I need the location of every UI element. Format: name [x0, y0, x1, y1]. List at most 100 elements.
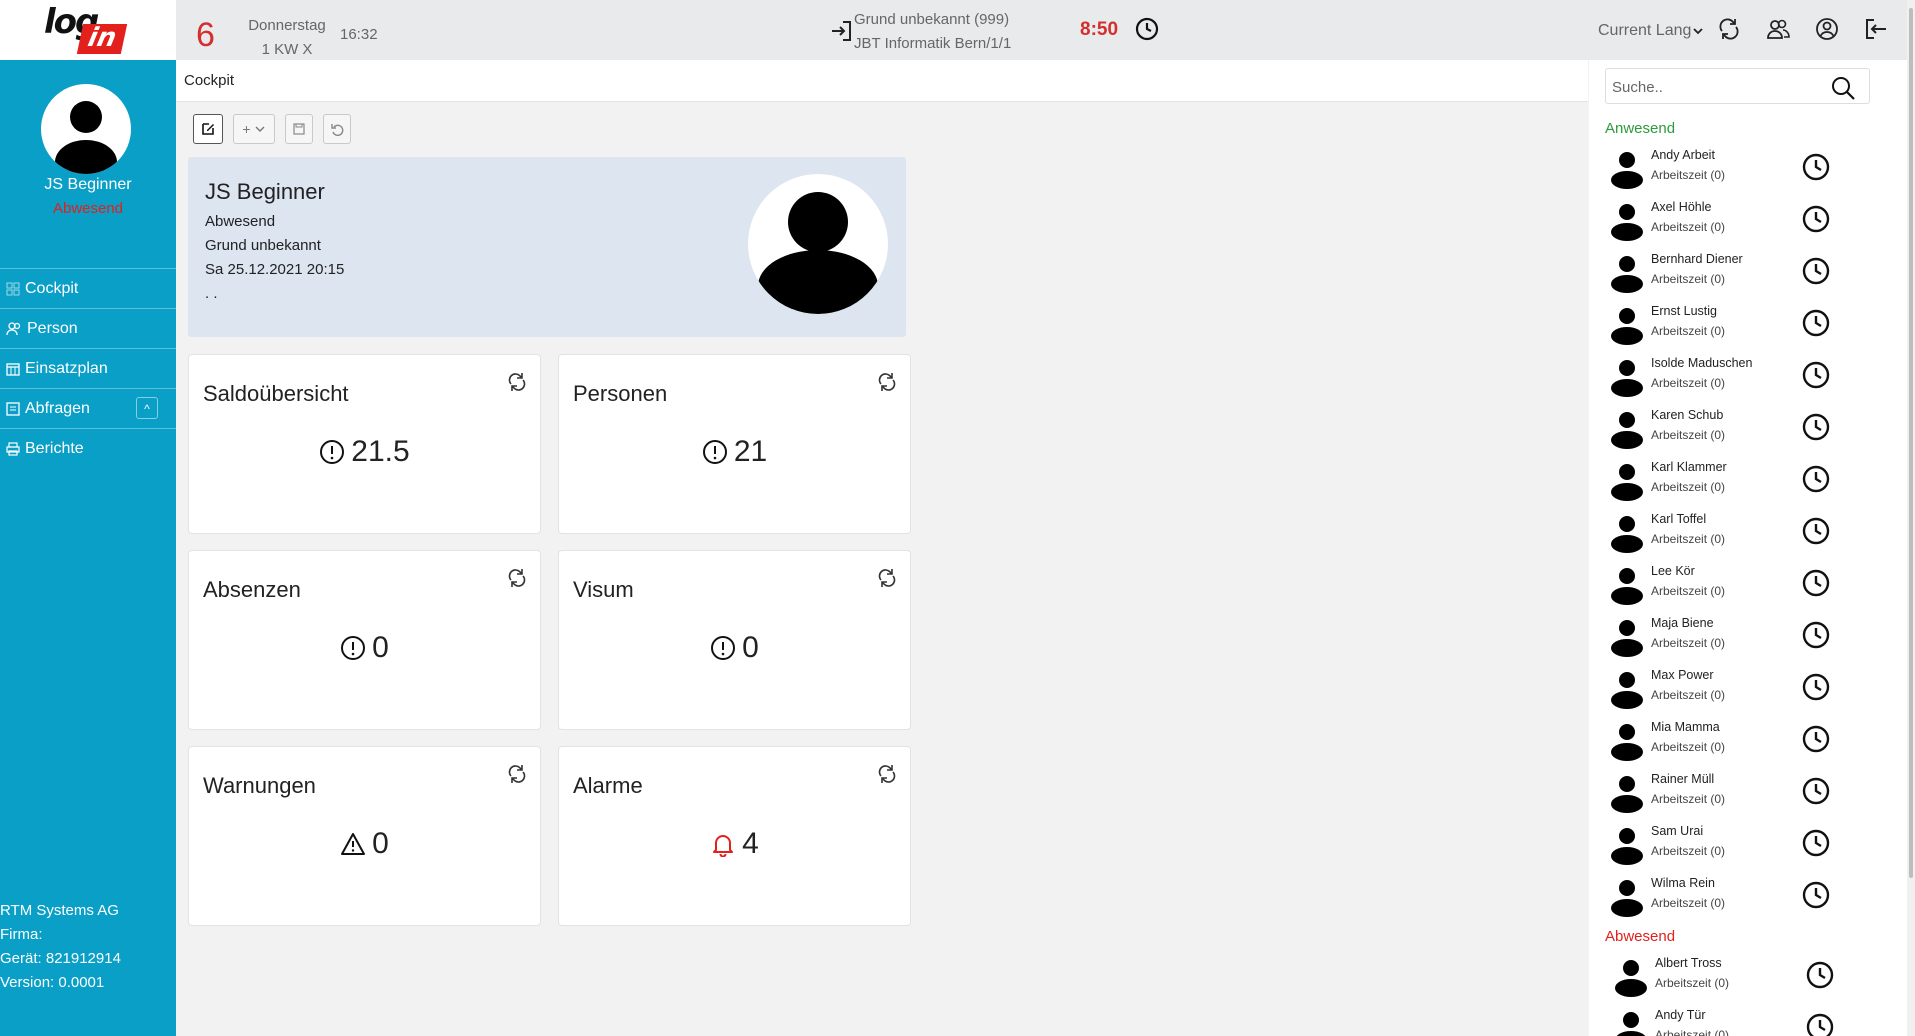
refresh-icon[interactable]	[876, 763, 898, 785]
person-icon	[1611, 620, 1643, 657]
tile-value: 21.5	[189, 435, 540, 469]
list-item[interactable]: Bernhard Diener Arbeitszeit (0)	[1605, 248, 1845, 300]
list-item[interactable]: Mia Mamma Arbeitszeit (0)	[1605, 716, 1845, 768]
list-item[interactable]: Albert Tross Arbeitszeit (0)	[1609, 952, 1849, 1004]
sidebar-footer: RTM Systems AG Firma: Gerät: 821912914 V…	[0, 899, 121, 995]
tile-absenzen[interactable]: Absenzen 0	[188, 550, 541, 730]
undo-icon	[331, 124, 344, 136]
add-label: +	[242, 121, 251, 137]
sidebar-item-abfragen[interactable]: Abfragen ^	[0, 389, 176, 429]
tile-personen[interactable]: Personen 21	[558, 354, 911, 534]
list-item[interactable]: Max Power Arbeitszeit (0)	[1605, 664, 1845, 716]
clock-icon[interactable]	[1134, 16, 1160, 42]
clock-icon[interactable]	[1801, 256, 1831, 286]
clock-icon[interactable]	[1801, 620, 1831, 650]
toolbar: +	[193, 114, 351, 144]
printer-icon	[6, 442, 20, 456]
sidebar-item-cockpit[interactable]: Cockpit	[0, 269, 176, 309]
firma-label: Firma:	[0, 926, 43, 943]
clock-icon[interactable]	[1801, 204, 1831, 234]
tile-warnungen[interactable]: Warnungen 0	[188, 746, 541, 926]
list-item[interactable]: Karl Toffel Arbeitszeit (0)	[1605, 508, 1845, 560]
scrollbar-thumb[interactable]	[1909, 8, 1913, 878]
list-item[interactable]: Axel Höhle Arbeitszeit (0)	[1605, 196, 1845, 248]
refresh-icon[interactable]	[876, 567, 898, 589]
person-name: Sam Urai	[1651, 824, 1704, 838]
sidebar-item-berichte[interactable]: Berichte	[0, 429, 176, 469]
chevron-up-icon[interactable]: ^	[136, 397, 158, 419]
refresh-icon[interactable]	[506, 371, 528, 393]
list-item[interactable]: Ernst Lustig Arbeitszeit (0)	[1605, 300, 1845, 352]
person-worktime: Arbeitszeit (0)	[1651, 896, 1726, 910]
list-item[interactable]: Karl Klammer Arbeitszeit (0)	[1605, 456, 1845, 508]
tile-visum[interactable]: Visum 0	[558, 550, 911, 730]
clock-icon[interactable]	[1801, 308, 1831, 338]
tile-title: Saldoübersicht	[203, 381, 349, 406]
clock-icon[interactable]	[1801, 568, 1831, 598]
clock-icon[interactable]	[1801, 776, 1831, 806]
alert-circle-icon	[702, 440, 727, 464]
search-box	[1605, 68, 1870, 104]
list-item[interactable]: Rainer Müll Arbeitszeit (0)	[1605, 768, 1845, 820]
save-button[interactable]	[285, 114, 313, 144]
list-item[interactable]: Wilma Rein Arbeitszeit (0)	[1605, 872, 1845, 924]
users-icon[interactable]	[1765, 16, 1791, 42]
edit-button[interactable]	[193, 114, 223, 144]
list-item[interactable]: Lee Kör Arbeitszeit (0)	[1605, 560, 1845, 612]
clock-icon[interactable]	[1801, 880, 1831, 910]
refresh-icon[interactable]	[506, 763, 528, 785]
list-item[interactable]: Isolde Maduschen Arbeitszeit (0)	[1605, 352, 1845, 404]
sidebar-item-label: Einsatzplan	[25, 359, 108, 377]
weekday: Donnerstag	[248, 17, 326, 34]
list-item[interactable]: Andy Tür Arbeitszeit (0)	[1609, 1004, 1849, 1036]
person-icon	[1616, 1012, 1646, 1036]
list-item[interactable]: Maja Biene Arbeitszeit (0)	[1605, 612, 1845, 664]
query-icon	[6, 401, 20, 416]
refresh-icon[interactable]	[876, 371, 898, 393]
person-icon	[1611, 724, 1643, 761]
search-input[interactable]	[1612, 75, 1812, 99]
person-name: Mia Mamma	[1651, 720, 1720, 734]
list-item[interactable]: Sam Urai Arbeitszeit (0)	[1605, 820, 1845, 872]
profile-reason: Grund unbekannt	[205, 237, 321, 254]
account-icon[interactable]	[1814, 16, 1840, 42]
clock-icon[interactable]	[1801, 516, 1831, 546]
logout-icon[interactable]	[1863, 16, 1889, 42]
chevron-down-icon	[255, 126, 265, 132]
clock-icon[interactable]	[1805, 1012, 1835, 1036]
save-icon	[293, 123, 305, 135]
search-icon[interactable]	[1830, 75, 1856, 101]
clock-icon[interactable]	[1801, 464, 1831, 494]
language-label: Current Lang	[1598, 22, 1692, 39]
undo-button[interactable]	[323, 114, 351, 144]
clock-icon[interactable]	[1801, 828, 1831, 858]
clock-icon[interactable]	[1801, 360, 1831, 390]
sidebar: log in JS Beginner Abwesend Cockpit Pers…	[0, 0, 176, 1036]
add-button[interactable]: +	[233, 114, 275, 144]
logo[interactable]: log in	[0, 0, 176, 60]
refresh-icon[interactable]	[1716, 16, 1742, 42]
list-item[interactable]: Karen Schub Arbeitszeit (0)	[1605, 404, 1845, 456]
tile-alarme[interactable]: Alarme 4	[558, 746, 911, 926]
sidebar-item-label: Person	[27, 319, 78, 337]
tile-title: Visum	[573, 577, 634, 602]
person-icon	[1611, 360, 1643, 397]
clock-icon[interactable]	[1801, 672, 1831, 702]
person-name: Andy Tür	[1655, 1008, 1706, 1022]
clock-icon[interactable]	[1805, 960, 1835, 990]
clock-icon[interactable]	[1801, 724, 1831, 754]
clock-icon[interactable]	[1801, 152, 1831, 182]
list-item[interactable]: Andy Arbeit Arbeitszeit (0)	[1605, 144, 1845, 196]
refresh-icon[interactable]	[506, 567, 528, 589]
booking-status[interactable]: Grund unbekannt (999) JBT Informatik Ber…	[834, 8, 1095, 63]
sidebar-item-einsatzplan[interactable]: Einsatzplan	[0, 349, 176, 389]
avatar	[748, 174, 888, 314]
language-select[interactable]: Current Lang	[1598, 22, 1705, 40]
tile-saldouebersicht[interactable]: Saldoübersicht 21.5	[188, 354, 541, 534]
person-name: Wilma Rein	[1651, 876, 1715, 890]
sidebar-item-person[interactable]: Person	[0, 309, 176, 349]
clock-icon[interactable]	[1801, 412, 1831, 442]
avatar[interactable]	[41, 84, 131, 174]
tile-value: 0	[189, 827, 540, 861]
sidebar-nav: Cockpit Person Einsatzplan Abfragen ^ Be…	[0, 268, 176, 469]
